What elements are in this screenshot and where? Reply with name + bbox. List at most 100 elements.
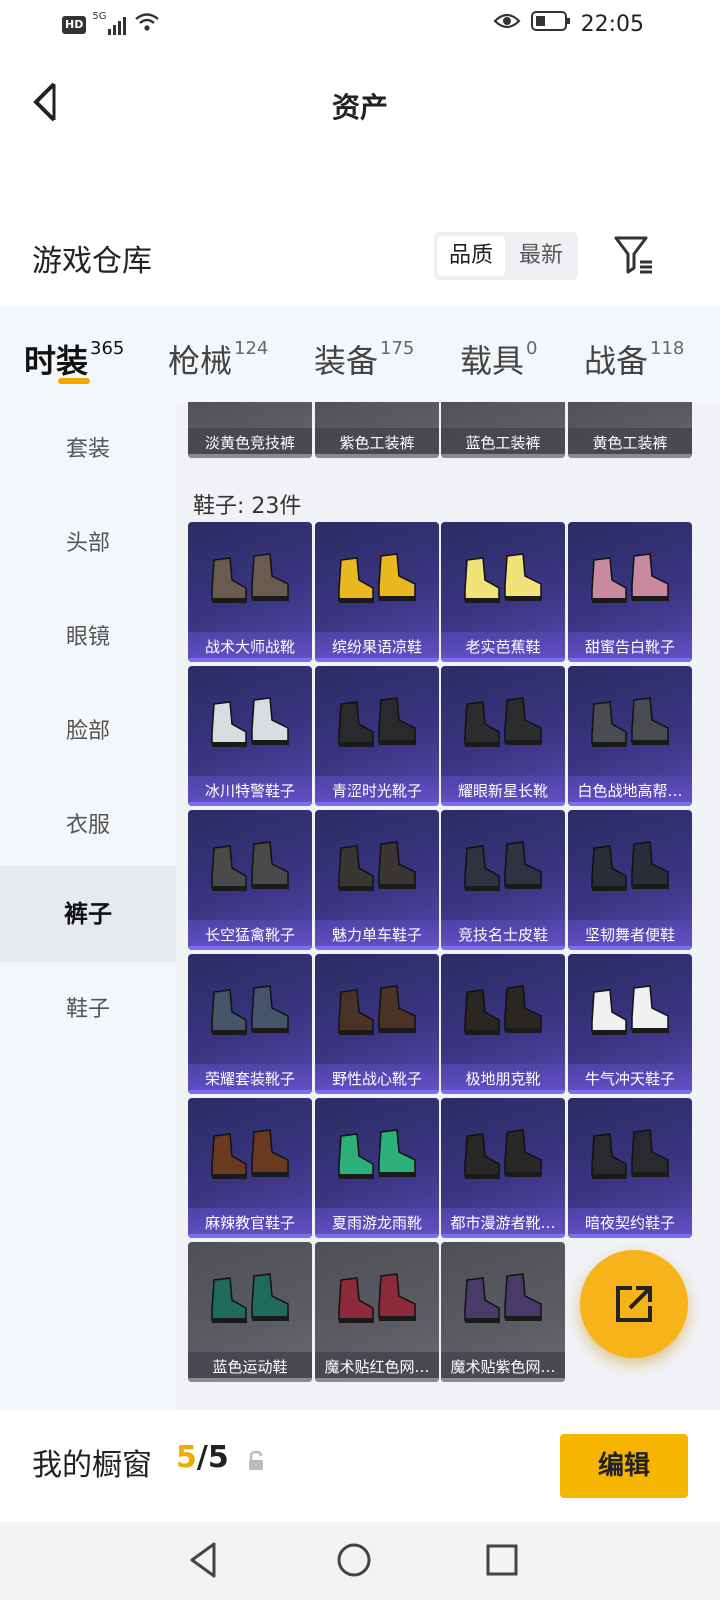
tab-vehicles[interactable]: 载具 0 <box>460 336 537 382</box>
shoe-card[interactable]: 都市漫游者靴… <box>441 1098 565 1238</box>
sidebar-item-clothes[interactable]: 衣服 <box>0 778 176 874</box>
tab-fashion[interactable]: 时装 365 <box>24 336 124 382</box>
shoe-card[interactable]: 夏雨游龙雨靴 <box>315 1098 439 1238</box>
pants-card[interactable]: 紫色工装裤 <box>315 402 439 458</box>
nav-home-button[interactable] <box>334 1540 374 1580</box>
tab-equipment[interactable]: 装备 175 <box>314 336 414 382</box>
shoe-image <box>591 1129 669 1179</box>
shoe-image <box>464 1129 542 1179</box>
filter-button[interactable] <box>612 232 656 276</box>
shoe-card[interactable]: 坚韧舞者便鞋 <box>568 810 692 950</box>
shoe-image <box>211 1129 289 1179</box>
sidebar-item-shoes[interactable]: 鞋子 <box>0 962 176 1058</box>
tab-supplies[interactable]: 战备 118 <box>584 336 684 382</box>
shoe-card[interactable]: 竞技名士皮鞋 <box>441 810 565 950</box>
shoe-card[interactable]: 暗夜契约鞋子 <box>568 1098 692 1238</box>
tab-label: 装备 <box>314 342 379 380</box>
sidebar-item-glasses[interactable]: 眼镜 <box>0 590 176 686</box>
rarity-bar <box>568 454 692 458</box>
sort-toggle: 品质 最新 <box>434 232 578 280</box>
rarity-bar <box>441 454 565 458</box>
signal-icon: 5G <box>92 11 127 35</box>
shoe-image <box>464 697 542 747</box>
filter-icon <box>614 236 652 274</box>
tab-count: 175 <box>380 338 415 359</box>
rarity-bar <box>188 658 312 662</box>
rarity-bar <box>315 946 439 950</box>
share-button[interactable] <box>580 1250 688 1358</box>
tab-guns[interactable]: 枪械 124 <box>168 336 268 382</box>
shoe-card[interactable]: 老实芭蕉鞋 <box>441 522 565 662</box>
shoe-card[interactable]: 蓝色运动鞋 <box>188 1242 312 1382</box>
shoe-card[interactable]: 荣耀套装靴子 <box>188 954 312 1094</box>
rarity-bar <box>568 946 692 950</box>
sidebar-item-head[interactable]: 头部 <box>0 496 176 592</box>
shoe-card[interactable]: 耀眼新星长靴 <box>441 666 565 806</box>
shoe-card[interactable]: 魔术贴红色网… <box>315 1242 439 1382</box>
shoe-card[interactable]: 极地朋克靴 <box>441 954 565 1094</box>
shoe-image <box>464 985 542 1035</box>
shoe-card[interactable]: 麻辣教官鞋子 <box>188 1098 312 1238</box>
pants-card[interactable]: 黄色工装裤 <box>568 402 692 458</box>
sidebar-item-pants[interactable]: 裤子 <box>0 866 176 962</box>
shoe-card[interactable]: 白色战地高帮… <box>568 666 692 806</box>
category-tabs: 时装 365 枪械 124 装备 175 载具 0 战备 118 <box>0 306 720 402</box>
shoe-image <box>464 1273 542 1323</box>
wifi-icon <box>134 12 160 38</box>
sort-newest[interactable]: 最新 <box>507 236 575 276</box>
shoe-image <box>211 1273 289 1323</box>
shoe-card[interactable]: 甜蜜告白靴子 <box>568 522 692 662</box>
nav-back-button[interactable] <box>184 1540 224 1580</box>
status-bar: HD 5G 22:05 <box>0 0 720 50</box>
warehouse-bar: 游戏仓库 品质 最新 <box>0 222 720 300</box>
shoe-image <box>591 985 669 1035</box>
rarity-bar <box>315 658 439 662</box>
page-title: 资产 <box>331 91 388 124</box>
tab-count: 124 <box>234 338 269 359</box>
shoe-card[interactable]: 青涩时光靴子 <box>315 666 439 806</box>
shoe-card[interactable]: 牛气冲天鞋子 <box>568 954 692 1094</box>
square-recents-icon <box>486 1544 518 1576</box>
rarity-bar <box>568 1090 692 1094</box>
shoe-image <box>464 553 542 603</box>
tab-label: 载具 <box>460 342 525 380</box>
rarity-bar <box>441 802 565 806</box>
edit-button[interactable]: 编辑 <box>560 1434 688 1498</box>
nav-recents-button[interactable] <box>482 1540 522 1580</box>
shoe-card[interactable]: 野性战心靴子 <box>315 954 439 1094</box>
rarity-bar <box>441 1234 565 1238</box>
shoe-card[interactable]: 魔术贴紫色网… <box>441 1242 565 1382</box>
rarity-bar <box>315 454 439 458</box>
rarity-bar <box>568 1234 692 1238</box>
shoe-image <box>211 697 289 747</box>
rarity-bar <box>568 658 692 662</box>
tab-label: 时装 <box>24 342 89 380</box>
rarity-bar <box>441 658 565 662</box>
tab-label: 战备 <box>584 342 649 380</box>
clock: 22:05 <box>580 11 644 37</box>
rarity-bar <box>188 1234 312 1238</box>
sidebar-item-suits[interactable]: 套装 <box>0 402 176 498</box>
tab-indicator <box>58 378 90 384</box>
shoe-card[interactable]: 冰川特警鞋子 <box>188 666 312 806</box>
shoe-card[interactable]: 战术大师战靴 <box>188 522 312 662</box>
rarity-bar <box>188 1090 312 1094</box>
shoe-image <box>211 841 289 891</box>
tab-count: 0 <box>526 338 538 359</box>
circle-home-icon <box>337 1543 371 1577</box>
sidebar-item-face[interactable]: 脸部 <box>0 684 176 780</box>
section-title: 鞋子: 23件 <box>193 494 302 519</box>
showcase-total: /5 <box>196 1440 229 1475</box>
showcase-current: 5 <box>176 1440 197 1475</box>
pants-card[interactable]: 淡黄色竞技裤 <box>188 402 312 458</box>
shoe-card[interactable]: 魅力单车鞋子 <box>315 810 439 950</box>
rarity-bar <box>315 1378 439 1382</box>
rarity-bar <box>568 802 692 806</box>
shoe-card[interactable]: 缤纷果语凉鞋 <box>315 522 439 662</box>
pants-card[interactable]: 蓝色工装裤 <box>441 402 565 458</box>
sort-quality[interactable]: 品质 <box>437 236 505 276</box>
rarity-bar <box>315 1090 439 1094</box>
rarity-bar <box>188 802 312 806</box>
shoe-card[interactable]: 长空猛禽靴子 <box>188 810 312 950</box>
showcase-footer: 我的橱窗 5/5 编辑 <box>0 1410 720 1522</box>
